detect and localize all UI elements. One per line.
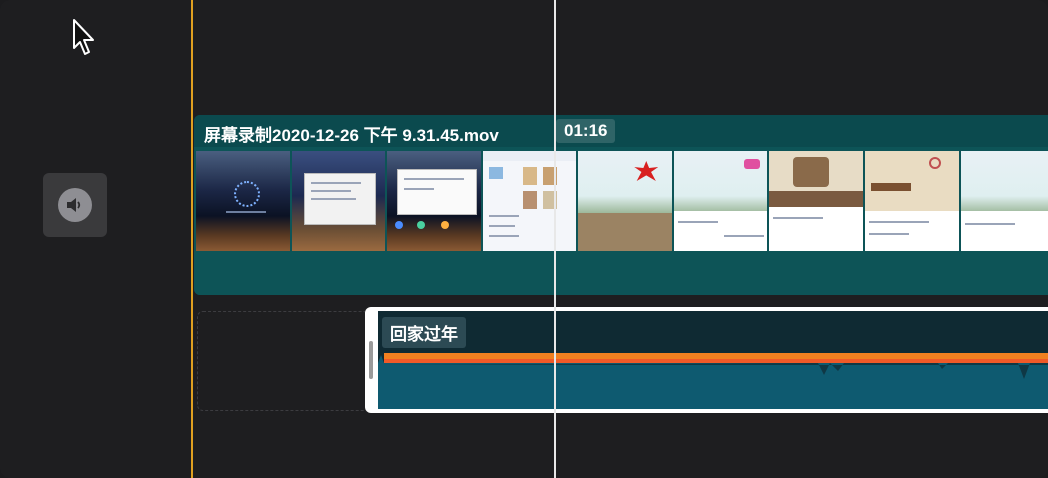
timeline-panel: 屏幕录制2020-12-26 下午 9.31.45.mov 01:16 回家过年 (0, 0, 1048, 478)
video-clip-title: 屏幕录制2020-12-26 下午 9.31.45.mov (204, 126, 499, 145)
video-thumbnail (960, 151, 1048, 251)
audio-mute-button[interactable] (43, 173, 107, 237)
clip-duration-badge: 01:16 (556, 119, 616, 143)
playhead[interactable] (554, 0, 556, 478)
video-thumbnail (482, 151, 577, 251)
timeline-start-marker (191, 0, 193, 478)
video-clip-lower-band (194, 251, 1048, 295)
audio-clip[interactable]: 回家过年 (365, 307, 1048, 413)
video-thumbnail (291, 151, 386, 251)
speaker-icon (58, 188, 92, 222)
video-clip[interactable]: 屏幕录制2020-12-26 下午 9.31.45.mov 01:16 (194, 115, 1048, 295)
audio-waveform (378, 353, 1048, 409)
video-thumbnail (196, 151, 290, 251)
video-thumbnail (673, 151, 768, 251)
audio-trim-handle[interactable] (369, 341, 373, 379)
video-thumbnail (578, 151, 672, 251)
video-thumbnail (387, 151, 481, 251)
video-thumbnail-strip (196, 151, 1048, 251)
video-thumbnail (864, 151, 959, 251)
mouse-pointer-icon (73, 19, 94, 55)
video-thumbnail (769, 151, 863, 251)
audio-clip-title: 回家过年 (382, 317, 466, 348)
empty-audio-slot (197, 311, 369, 411)
video-clip-header: 屏幕录制2020-12-26 下午 9.31.45.mov 01:16 (194, 115, 1048, 147)
track-controls (0, 0, 192, 478)
audio-clip-body: 回家过年 (378, 311, 1048, 409)
